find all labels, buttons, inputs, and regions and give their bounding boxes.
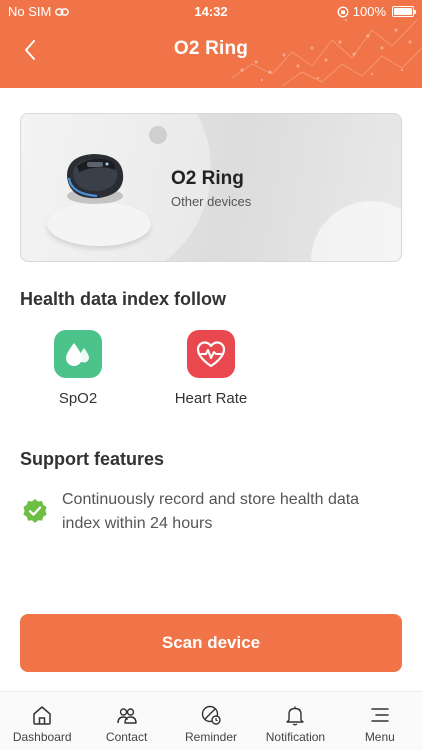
check-badge-icon [23, 499, 47, 523]
tab-dashboard[interactable]: Dashboard [0, 692, 84, 750]
index-item-spo2[interactable]: SpO2 [18, 330, 138, 407]
header: No SIM 14:32 100% O2 Ring [0, 0, 422, 88]
battery-status: 100% [337, 4, 416, 19]
tab-menu[interactable]: Menu [338, 692, 422, 750]
status-bar: No SIM 14:32 100% [0, 0, 422, 24]
device-card[interactable]: O2 Ring Other devices [20, 113, 402, 262]
tab-contact[interactable]: Contact [84, 692, 168, 750]
page-title: O2 Ring [173, 38, 249, 59]
health-index-title: Health data index follow [20, 289, 227, 309]
heart-pulse-icon [196, 341, 226, 368]
o2-ring-device-icon [67, 154, 124, 204]
spo2-icon-box [54, 330, 102, 378]
device-name: O2 Ring [171, 168, 244, 189]
menu-icon [371, 708, 389, 722]
contacts-icon [116, 708, 137, 724]
tab-label: Notification [265, 730, 326, 744]
orientation-lock-icon [337, 6, 349, 17]
battery-icon [392, 6, 416, 17]
tab-notification[interactable]: Notification [253, 692, 337, 750]
tab-label: Reminder [185, 730, 238, 744]
water-drops-icon [66, 343, 89, 366]
spo2-label: SpO2 [58, 390, 98, 407]
tab-label: Dashboard [12, 730, 72, 744]
home-icon [33, 706, 51, 725]
bell-icon [286, 706, 305, 726]
tab-label: Contact [105, 730, 148, 744]
nav-bar: O2 Ring [0, 26, 422, 74]
tab-label: Menu [364, 730, 395, 744]
device-category: Other devices [171, 194, 252, 209]
feature-text: Continuously record and store health dat… [62, 491, 360, 532]
pill-reminder-icon [201, 705, 221, 725]
index-item-heart-rate[interactable]: Heart Rate [151, 330, 271, 407]
bottom-tab-bar: Dashboard Contact Reminder Notification [0, 691, 422, 750]
heart-rate-icon-box [187, 330, 235, 378]
battery-percent: 100% [352, 4, 386, 19]
card-decoration-dot [149, 126, 167, 144]
card-decoration [311, 201, 401, 261]
tab-reminder[interactable]: Reminder [169, 692, 253, 750]
heart-rate-label: Heart Rate [174, 390, 248, 407]
scan-device-button[interactable]: Scan device [20, 614, 402, 672]
support-features-title: Support features [20, 449, 165, 469]
